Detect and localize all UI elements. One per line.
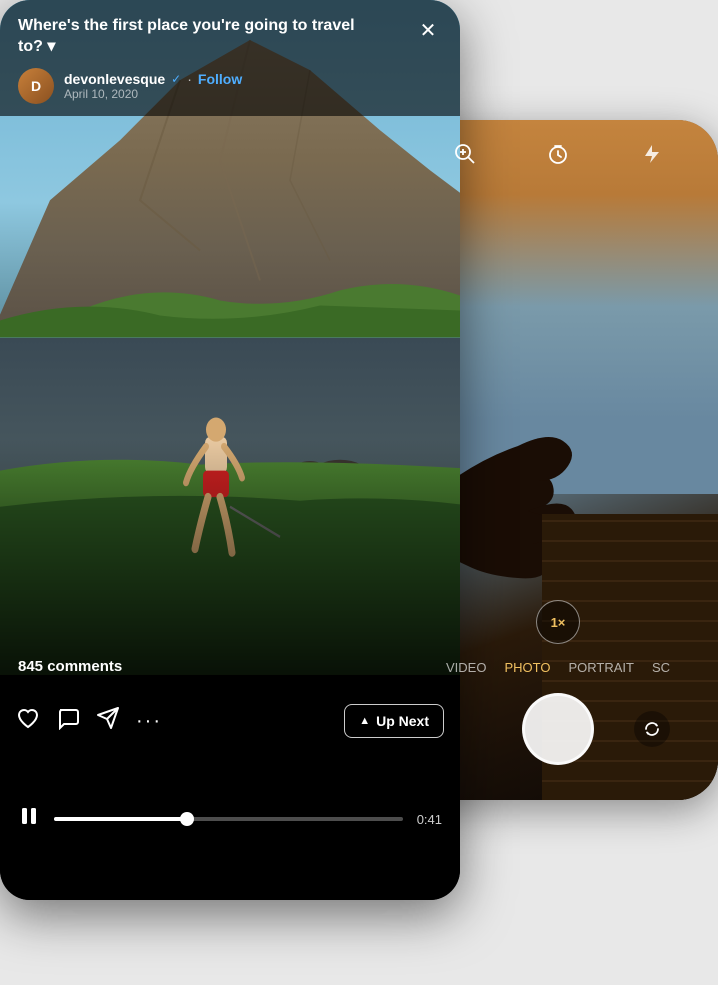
camera-shutter-button[interactable]	[522, 693, 594, 765]
camera-zoom-badge[interactable]: 1×	[536, 600, 580, 644]
close-button[interactable]: ✕	[414, 16, 442, 44]
instagram-screen: Where's the first place you're going to …	[0, 0, 460, 900]
progress-track[interactable]	[54, 817, 403, 821]
share-button[interactable]	[96, 706, 120, 736]
action-icons: ···	[16, 706, 344, 736]
post-date: April 10, 2020	[64, 87, 242, 101]
camera-flash-icon[interactable]	[635, 138, 667, 170]
camera-mode-portrait[interactable]: PORTRAIT	[568, 660, 634, 675]
up-next-label: Up Next	[376, 713, 429, 729]
progress-thumb[interactable]	[180, 812, 194, 826]
camera-flip-button[interactable]	[634, 711, 670, 747]
more-button[interactable]: ···	[136, 710, 162, 733]
video-overlay	[0, 439, 460, 675]
camera-timer-icon[interactable]	[542, 138, 574, 170]
camera-mode-video[interactable]: VIDEO	[446, 660, 486, 675]
author-name-row: devonlevesque ✓ · Follow	[64, 71, 242, 87]
progress-fill	[54, 817, 187, 821]
playback-row: 0:41	[18, 805, 442, 833]
playback-controls: 0:41	[0, 738, 460, 900]
action-bar: ··· ▲ Up Next	[0, 704, 460, 738]
camera-shutter-row	[446, 693, 670, 765]
camera-modes: VIDEO PHOTO PORTRAIT SC	[446, 660, 670, 675]
camera-top-controls	[398, 138, 718, 170]
post-header: Where's the first place you're going to …	[0, 0, 460, 116]
chevron-up-icon: ▲	[359, 715, 370, 727]
comment-button[interactable]	[56, 706, 80, 736]
camera-magnify-icon[interactable]	[449, 138, 481, 170]
post-title: Where's the first place you're going to …	[18, 16, 378, 58]
comments-count: 845 comments	[18, 658, 122, 675]
follow-button[interactable]: Follow	[198, 71, 242, 87]
avatar: D	[18, 68, 54, 104]
verified-icon: ✓	[171, 72, 181, 86]
separator: ·	[187, 71, 192, 87]
time-display: 0:41	[417, 812, 442, 827]
author-name: devonlevesque	[64, 71, 165, 87]
author-info: devonlevesque ✓ · Follow April 10, 2020	[64, 71, 242, 101]
like-button[interactable]	[16, 706, 40, 736]
up-next-button[interactable]: ▲ Up Next	[344, 704, 444, 738]
author-row: D devonlevesque ✓ · Follow April 10, 202…	[18, 68, 442, 104]
camera-mode-photo[interactable]: PHOTO	[504, 660, 550, 675]
post-title-row: Where's the first place you're going to …	[18, 16, 442, 58]
pause-button[interactable]	[18, 805, 40, 833]
camera-mode-sc[interactable]: SC	[652, 660, 670, 675]
